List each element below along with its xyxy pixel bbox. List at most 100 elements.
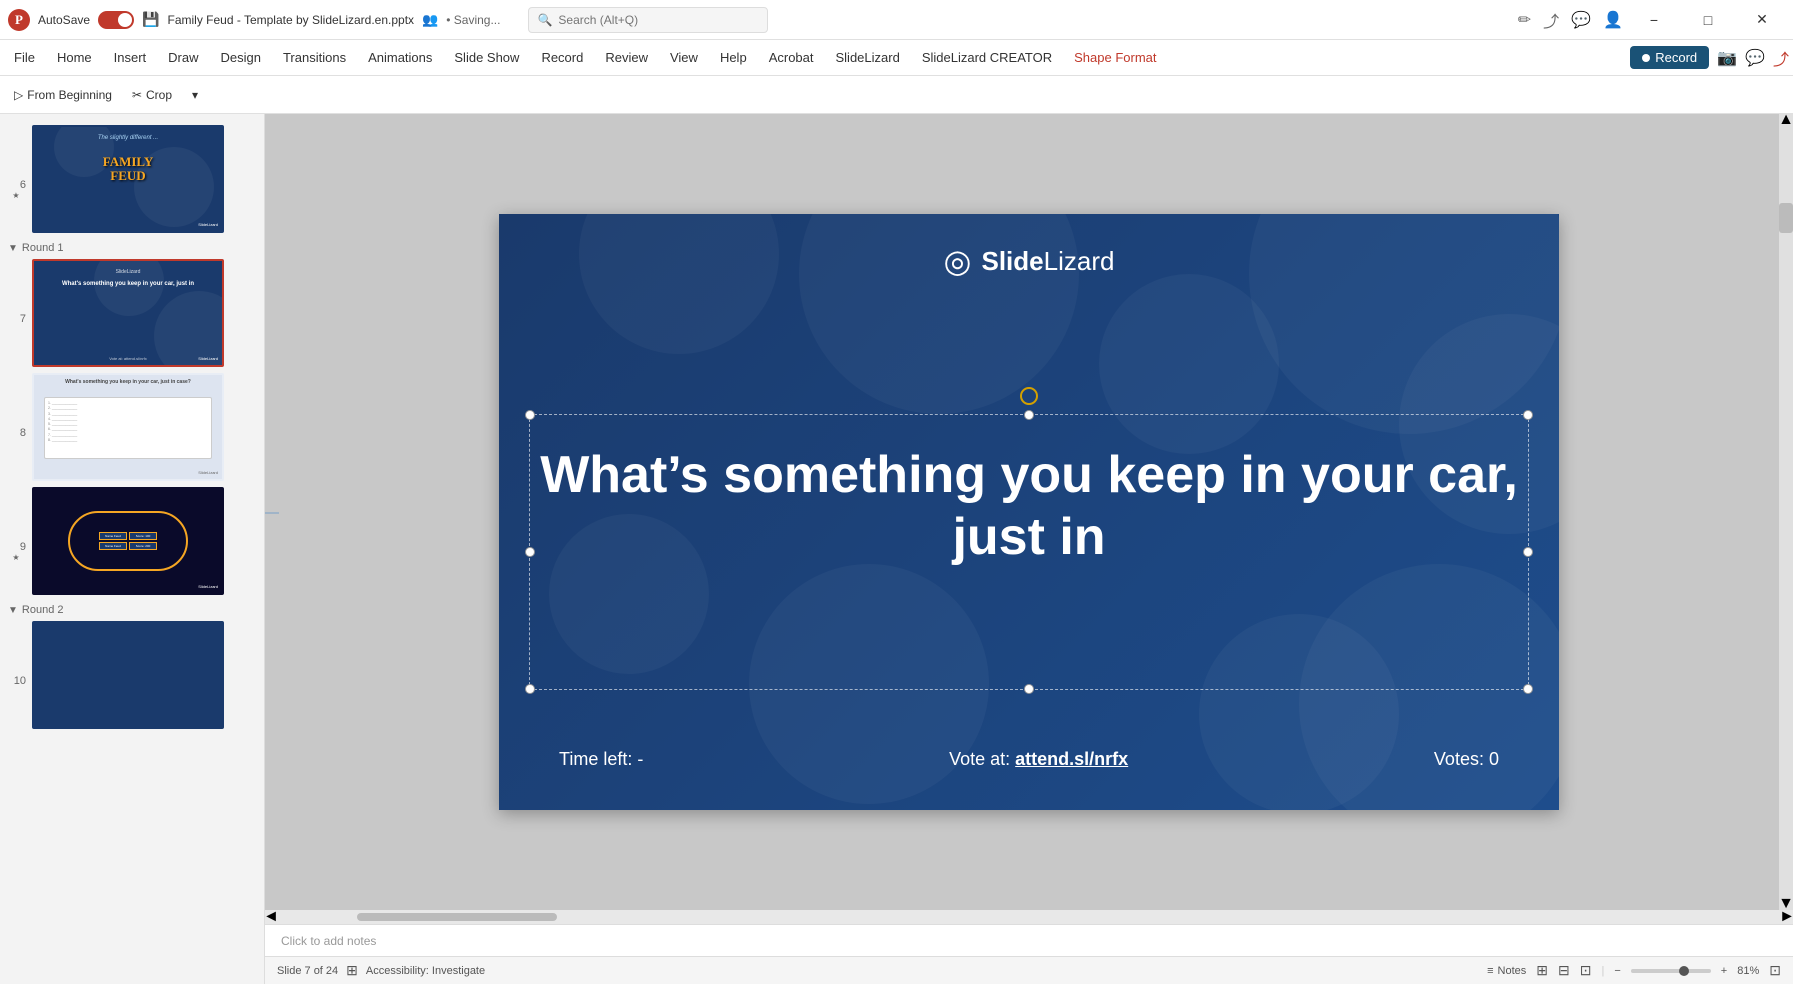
close-button[interactable]: ✕ — [1739, 4, 1785, 36]
autosave-toggle-knob — [118, 13, 132, 27]
menu-slidelizard-creator[interactable]: SlideLizard CREATOR — [912, 46, 1062, 69]
scroll-left-button[interactable]: ◄ — [265, 910, 277, 924]
title-bar: P AutoSave 💾 Family Feud - Template by S… — [0, 0, 1793, 40]
save-icon[interactable]: 💾 — [142, 11, 159, 28]
zoom-slider[interactable] — [1631, 969, 1711, 973]
chat-icon[interactable]: 💬 — [1745, 48, 1765, 68]
zoom-out-button[interactable]: − — [1614, 965, 1620, 977]
scroll-up-button[interactable]: ▲ — [1779, 114, 1793, 126]
search-icon: 🔍 — [537, 13, 552, 27]
app-logo: P — [8, 9, 30, 31]
title-bar-right: ✏ ⤴ 💬 👤 — [1518, 8, 1623, 32]
slide-main-text[interactable]: What’s something you keep in your car, j… — [539, 444, 1519, 569]
search-input[interactable] — [558, 13, 759, 27]
slide-6-thumb[interactable]: The slightly different ... FAMILY FEUD S… — [32, 125, 224, 233]
share2-icon[interactable]: ⤴ — [1773, 46, 1789, 70]
h-scroll-thumb[interactable] — [357, 913, 557, 921]
slide-panel[interactable]: 6 ★ The slightly different ... FAMILY FE… — [0, 114, 265, 984]
menu-animations[interactable]: Animations — [358, 46, 442, 69]
user-icon[interactable]: 👤 — [1603, 10, 1623, 30]
crop-button[interactable]: ✂ Crop — [126, 85, 178, 105]
canvas-scroll-wrapper: ◎ SlideLizard — [265, 114, 1793, 910]
slide-10-container: 10 — [0, 618, 264, 732]
from-beginning-label: From Beginning — [27, 88, 112, 102]
record-label: Record — [1655, 50, 1697, 65]
slide-info: Slide 7 of 24 — [277, 965, 338, 977]
minimize-button[interactable]: − — [1631, 4, 1677, 36]
menu-insert[interactable]: Insert — [104, 46, 157, 69]
time-left-value: - — [637, 749, 643, 769]
canvas-content[interactable]: ◎ SlideLizard — [279, 114, 1779, 910]
menu-draw[interactable]: Draw — [158, 46, 208, 69]
slide-8-container: 8 What's something you keep in your car,… — [0, 370, 264, 484]
slide-10-number: 10 — [6, 675, 26, 687]
zoom-slider-thumb[interactable] — [1679, 966, 1689, 976]
fit-slide-button[interactable]: ⊡ — [1769, 962, 1781, 979]
normal-view-icon[interactable]: ⊞ — [1536, 962, 1548, 979]
menu-shape-format[interactable]: Shape Format — [1064, 46, 1166, 69]
camera-icon[interactable]: 📷 — [1717, 48, 1737, 68]
autosave-toggle[interactable] — [98, 11, 134, 29]
slide-7-thumb[interactable]: SlideLizard What's something you keep in… — [32, 259, 224, 367]
menu-view[interactable]: View — [660, 46, 708, 69]
scroll-right-button[interactable]: ► — [1781, 910, 1793, 924]
slide-6-number: 6 — [6, 179, 26, 191]
slide-10-thumb[interactable] — [32, 621, 224, 729]
crop-dropdown[interactable]: ▾ — [186, 85, 204, 105]
comments-icon[interactable]: 💬 — [1571, 10, 1591, 30]
logo-rest: Lizard — [1044, 246, 1115, 276]
menu-bar: File Home Insert Draw Design Transitions… — [0, 40, 1793, 76]
menu-design[interactable]: Design — [211, 46, 271, 69]
menu-transitions[interactable]: Transitions — [273, 46, 356, 69]
round1-section[interactable]: ▼ Round 1 — [0, 236, 264, 256]
record-button[interactable]: Record — [1630, 46, 1709, 69]
maximize-button[interactable]: □ — [1685, 4, 1731, 36]
zoom-level[interactable]: 81% — [1737, 965, 1759, 977]
slide-9-thumb[interactable]: Name Feud Score: 100 Name Feud Score: 20… — [32, 487, 224, 595]
round2-section[interactable]: ▼ Round 2 — [0, 598, 264, 618]
slide-8-thumb[interactable]: What's something you keep in your car, j… — [32, 373, 224, 481]
reading-view-icon[interactable]: ⊡ — [1580, 962, 1592, 979]
votes-value: 0 — [1489, 749, 1499, 769]
logo-bold: Slide — [981, 246, 1043, 276]
status-right: ≡ Notes ⊞ ⊟ ⊡ | − + 81% ⊡ — [1487, 962, 1781, 979]
zoom-in-button[interactable]: + — [1721, 965, 1727, 977]
share-icon[interactable]: ⤴ — [1543, 8, 1559, 32]
menu-file[interactable]: File — [4, 46, 45, 69]
menu-review[interactable]: Review — [595, 46, 658, 69]
vote-label: Vote at: — [949, 749, 1010, 769]
saving-label: • Saving... — [446, 13, 500, 27]
people-icon: 👥 — [422, 12, 438, 28]
votes-count: Votes: 0 — [1434, 749, 1499, 770]
notes-placeholder: Click to add notes — [281, 934, 376, 948]
menu-home[interactable]: Home — [47, 46, 102, 69]
logo-icon: ◎ — [944, 242, 972, 280]
logo-text: SlideLizard — [981, 246, 1114, 277]
slide-7-container: 7 SlideLizard What's something you keep … — [0, 256, 264, 370]
slide-9-container: 9 ★ Name Feud Score: 100 Name Feud Score… — [0, 484, 264, 598]
menu-slidelizard[interactable]: SlideLizard — [826, 46, 910, 69]
time-left: Time left: - — [559, 749, 643, 770]
slide-icon[interactable]: ⊞ — [346, 962, 358, 979]
menu-slideshow[interactable]: Slide Show — [444, 46, 529, 69]
slide-9-number: 9 — [6, 541, 26, 553]
horizontal-scrollbar[interactable]: ◄ ► — [265, 910, 1793, 924]
notes-text-area[interactable]: Click to add notes — [265, 924, 1793, 956]
time-left-label: Time left: — [559, 749, 632, 769]
menu-help[interactable]: Help — [710, 46, 757, 69]
menu-acrobat[interactable]: Acrobat — [759, 46, 824, 69]
from-beginning-button[interactable]: ▷ From Beginning — [8, 85, 118, 105]
round1-arrow: ▼ — [8, 243, 18, 254]
filename-label: Family Feud - Template by SlideLizard.en… — [167, 13, 414, 27]
play-icon: ▷ — [14, 88, 23, 102]
right-scrollbar[interactable]: ▲ ▼ — [1779, 114, 1793, 910]
edit-icon[interactable]: ✏ — [1518, 10, 1531, 30]
scroll-thumb[interactable] — [1779, 203, 1793, 233]
left-margin — [265, 114, 279, 910]
notes-button[interactable]: ≡ Notes — [1487, 965, 1526, 977]
slide-panel-scroll: 6 ★ The slightly different ... FAMILY FE… — [0, 114, 264, 740]
slide-canvas[interactable]: ◎ SlideLizard — [499, 214, 1559, 810]
slide-sorter-icon[interactable]: ⊟ — [1558, 962, 1570, 979]
menu-record[interactable]: Record — [531, 46, 593, 69]
search-bar[interactable]: 🔍 — [528, 7, 768, 33]
